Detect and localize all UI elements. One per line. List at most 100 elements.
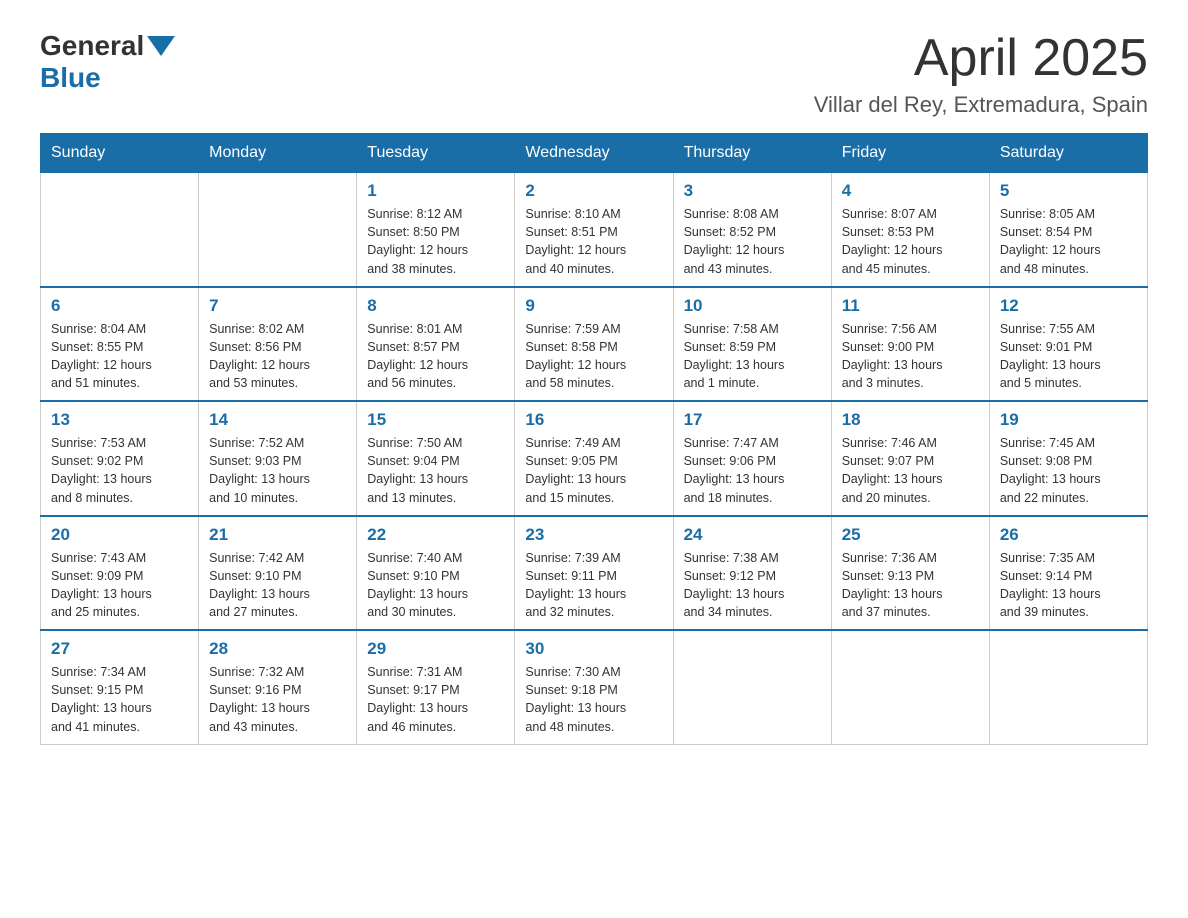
day-number: 7: [209, 296, 346, 316]
weekday-header-row: SundayMondayTuesdayWednesdayThursdayFrid…: [41, 134, 1148, 173]
day-info: Sunrise: 7:50 AMSunset: 9:04 PMDaylight:…: [367, 434, 504, 507]
calendar-table: SundayMondayTuesdayWednesdayThursdayFrid…: [40, 133, 1148, 745]
day-number: 3: [684, 181, 821, 201]
day-number: 20: [51, 525, 188, 545]
calendar-day-cell: 29 Sunrise: 7:31 AMSunset: 9:17 PMDayligh…: [357, 630, 515, 744]
day-info: Sunrise: 7:31 AMSunset: 9:17 PMDaylight:…: [367, 663, 504, 736]
day-info: Sunrise: 8:01 AMSunset: 8:57 PMDaylight:…: [367, 320, 504, 393]
logo-blue-text: Blue: [40, 62, 101, 94]
weekday-header-saturday: Saturday: [989, 134, 1147, 173]
calendar-day-cell: 28Sunrise: 7:32 AMSunset: 9:16 PMDayligh…: [199, 630, 357, 744]
day-number: 12: [1000, 296, 1137, 316]
day-number: 9: [525, 296, 662, 316]
day-info: Sunrise: 8:04 AMSunset: 8:55 PMDaylight:…: [51, 320, 188, 393]
weekday-header-thursday: Thursday: [673, 134, 831, 173]
calendar-day-cell: 24 Sunrise: 7:38 AMSunset: 9:12 PMDayligh…: [673, 516, 831, 631]
calendar-day-cell: [199, 173, 357, 287]
day-number: 26: [1000, 525, 1137, 545]
calendar-day-cell: 8 Sunrise: 8:01 AMSunset: 8:57 PMDaylight…: [357, 287, 515, 402]
calendar-day-cell: 27 Sunrise: 7:34 AMSunset: 9:15 PMDayligh…: [41, 630, 199, 744]
day-number: 22: [367, 525, 504, 545]
calendar-day-cell: 9 Sunrise: 7:59 AMSunset: 8:58 PMDaylight…: [515, 287, 673, 402]
day-info: Sunrise: 7:59 AMSunset: 8:58 PMDaylight:…: [525, 320, 662, 393]
day-number: 18: [842, 410, 979, 430]
day-info: Sunrise: 8:05 AMSunset: 8:54 PMDaylight:…: [1000, 205, 1137, 278]
logo: General Blue: [40, 30, 178, 94]
day-number: 30: [525, 639, 662, 659]
logo-general-text: General: [40, 30, 144, 62]
calendar-day-cell: 17Sunrise: 7:47 AMSunset: 9:06 PMDayligh…: [673, 401, 831, 516]
day-number: 5: [1000, 181, 1137, 201]
day-info: Sunrise: 7:45 AMSunset: 9:08 PMDaylight:…: [1000, 434, 1137, 507]
day-info: Sunrise: 8:10 AMSunset: 8:51 PMDaylight:…: [525, 205, 662, 278]
calendar-day-cell: 16 Sunrise: 7:49 AMSunset: 9:05 PMDayligh…: [515, 401, 673, 516]
day-info: Sunrise: 7:46 AMSunset: 9:07 PMDaylight:…: [842, 434, 979, 507]
month-title: April 2025: [814, 30, 1148, 87]
calendar-day-cell: 1 Sunrise: 8:12 AMSunset: 8:50 PMDaylight…: [357, 173, 515, 287]
day-number: 15: [367, 410, 504, 430]
calendar-day-cell: [989, 630, 1147, 744]
day-info: Sunrise: 7:56 AMSunset: 9:00 PMDaylight:…: [842, 320, 979, 393]
day-info: Sunrise: 7:53 AMSunset: 9:02 PMDaylight:…: [51, 434, 188, 507]
weekday-header-sunday: Sunday: [41, 134, 199, 173]
day-info: Sunrise: 7:35 AMSunset: 9:14 PMDaylight:…: [1000, 549, 1137, 622]
title-section: April 2025 Villar del Rey, Extremadura, …: [814, 30, 1148, 118]
day-info: Sunrise: 8:07 AMSunset: 8:53 PMDaylight:…: [842, 205, 979, 278]
weekday-header-monday: Monday: [199, 134, 357, 173]
day-info: Sunrise: 7:49 AMSunset: 9:05 PMDaylight:…: [525, 434, 662, 507]
calendar-day-cell: 5 Sunrise: 8:05 AMSunset: 8:54 PMDaylight…: [989, 173, 1147, 287]
day-number: 29: [367, 639, 504, 659]
calendar-day-cell: 30 Sunrise: 7:30 AMSunset: 9:18 PMDayligh…: [515, 630, 673, 744]
calendar-day-cell: 20 Sunrise: 7:43 AMSunset: 9:09 PMDayligh…: [41, 516, 199, 631]
calendar-week-row: 27 Sunrise: 7:34 AMSunset: 9:15 PMDayligh…: [41, 630, 1148, 744]
calendar-day-cell: 4Sunrise: 8:07 AMSunset: 8:53 PMDaylight…: [831, 173, 989, 287]
calendar-week-row: 13 Sunrise: 7:53 AMSunset: 9:02 PMDayligh…: [41, 401, 1148, 516]
day-info: Sunrise: 7:47 AMSunset: 9:06 PMDaylight:…: [684, 434, 821, 507]
day-info: Sunrise: 7:30 AMSunset: 9:18 PMDaylight:…: [525, 663, 662, 736]
calendar-day-cell: 14 Sunrise: 7:52 AMSunset: 9:03 PMDayligh…: [199, 401, 357, 516]
weekday-header-tuesday: Tuesday: [357, 134, 515, 173]
day-info: Sunrise: 7:43 AMSunset: 9:09 PMDaylight:…: [51, 549, 188, 622]
day-number: 16: [525, 410, 662, 430]
day-info: Sunrise: 7:39 AMSunset: 9:11 PMDaylight:…: [525, 549, 662, 622]
day-number: 1: [367, 181, 504, 201]
calendar-day-cell: [673, 630, 831, 744]
day-info: Sunrise: 8:12 AMSunset: 8:50 PMDaylight:…: [367, 205, 504, 278]
day-number: 6: [51, 296, 188, 316]
day-info: Sunrise: 7:52 AMSunset: 9:03 PMDaylight:…: [209, 434, 346, 507]
day-number: 14: [209, 410, 346, 430]
day-number: 23: [525, 525, 662, 545]
calendar-day-cell: [831, 630, 989, 744]
day-number: 24: [684, 525, 821, 545]
calendar-day-cell: 25Sunrise: 7:36 AMSunset: 9:13 PMDayligh…: [831, 516, 989, 631]
calendar-day-cell: [41, 173, 199, 287]
calendar-day-cell: 7Sunrise: 8:02 AMSunset: 8:56 PMDaylight…: [199, 287, 357, 402]
weekday-header-friday: Friday: [831, 134, 989, 173]
day-number: 13: [51, 410, 188, 430]
calendar-day-cell: 21Sunrise: 7:42 AMSunset: 9:10 PMDayligh…: [199, 516, 357, 631]
day-number: 11: [842, 296, 979, 316]
day-number: 19: [1000, 410, 1137, 430]
day-info: Sunrise: 7:38 AMSunset: 9:12 PMDaylight:…: [684, 549, 821, 622]
day-number: 10: [684, 296, 821, 316]
calendar-day-cell: 26 Sunrise: 7:35 AMSunset: 9:14 PMDayligh…: [989, 516, 1147, 631]
day-info: Sunrise: 7:55 AMSunset: 9:01 PMDaylight:…: [1000, 320, 1137, 393]
day-info: Sunrise: 8:08 AMSunset: 8:52 PMDaylight:…: [684, 205, 821, 278]
day-number: 2: [525, 181, 662, 201]
location-text: Villar del Rey, Extremadura, Spain: [814, 92, 1148, 118]
calendar-day-cell: 22 Sunrise: 7:40 AMSunset: 9:10 PMDayligh…: [357, 516, 515, 631]
day-info: Sunrise: 7:34 AMSunset: 9:15 PMDaylight:…: [51, 663, 188, 736]
calendar-day-cell: 18 Sunrise: 7:46 AMSunset: 9:07 PMDayligh…: [831, 401, 989, 516]
day-number: 27: [51, 639, 188, 659]
calendar-day-cell: 3 Sunrise: 8:08 AMSunset: 8:52 PMDaylight…: [673, 173, 831, 287]
day-number: 21: [209, 525, 346, 545]
day-number: 8: [367, 296, 504, 316]
page-header: General Blue April 2025 Villar del Rey, …: [40, 30, 1148, 118]
calendar-day-cell: 19 Sunrise: 7:45 AMSunset: 9:08 PMDayligh…: [989, 401, 1147, 516]
day-info: Sunrise: 7:40 AMSunset: 9:10 PMDaylight:…: [367, 549, 504, 622]
calendar-week-row: 1 Sunrise: 8:12 AMSunset: 8:50 PMDaylight…: [41, 173, 1148, 287]
calendar-day-cell: 10 Sunrise: 7:58 AMSunset: 8:59 PMDayligh…: [673, 287, 831, 402]
logo-triangle-icon: [147, 36, 175, 56]
calendar-week-row: 20 Sunrise: 7:43 AMSunset: 9:09 PMDayligh…: [41, 516, 1148, 631]
day-info: Sunrise: 7:58 AMSunset: 8:59 PMDaylight:…: [684, 320, 821, 393]
